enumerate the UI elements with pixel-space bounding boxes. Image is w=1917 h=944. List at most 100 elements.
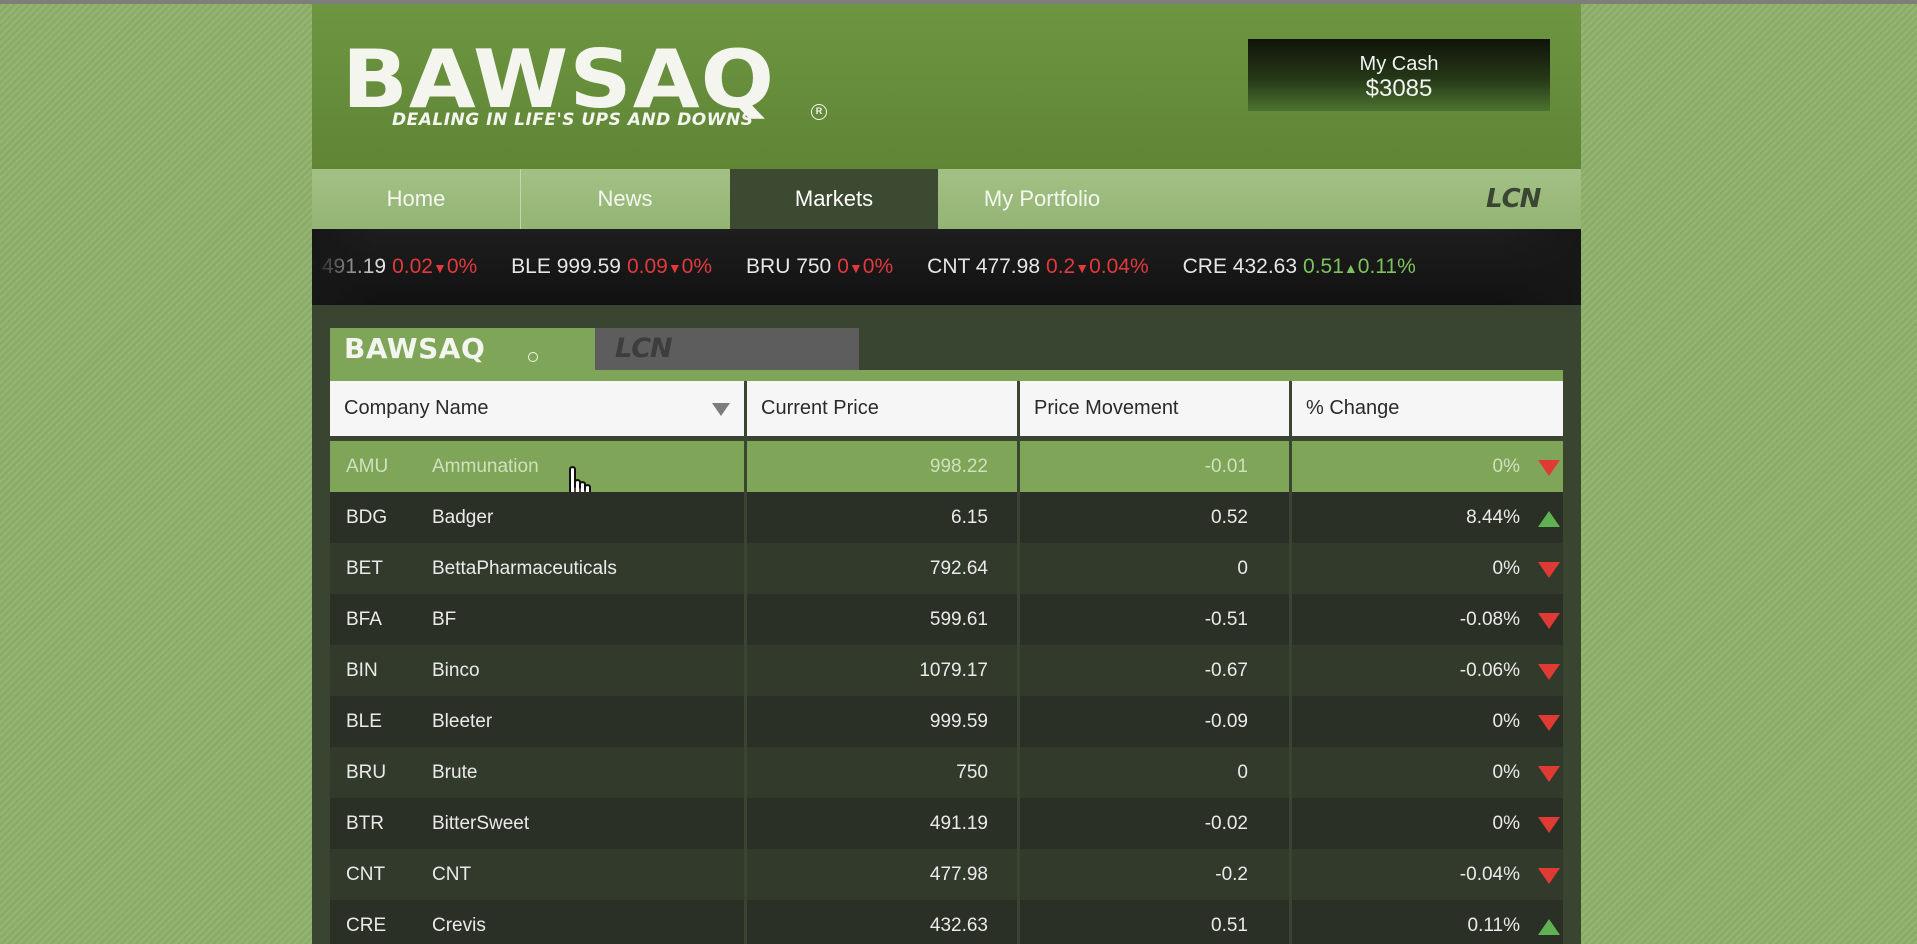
stock-symbol: BLE: [346, 711, 382, 732]
column-divider: [744, 645, 747, 696]
table-row[interactable]: CRE Crevis 432.63 0.51 0.11%: [330, 900, 1563, 944]
arrow-down-icon: [1538, 562, 1560, 578]
stock-symbol: BIN: [346, 660, 378, 681]
company-name: Ammunation: [432, 456, 539, 477]
logo-tagline: DEALING IN LIFE'S UPS AND DOWNS: [392, 110, 754, 130]
price-movement: 0.52: [1211, 507, 1248, 528]
sort-down-icon[interactable]: [712, 403, 730, 416]
column-divider: [744, 900, 747, 944]
arrow-down-icon: [1538, 817, 1560, 833]
column-divider: [744, 543, 747, 594]
table-row[interactable]: BLE Bleeter 999.59 -0.09 0%: [330, 696, 1563, 747]
company-name: CNT: [432, 864, 472, 885]
column-divider: [744, 696, 747, 747]
column-divider: [1289, 696, 1292, 747]
exchange-tab-bawsaq-label: BAWSAQ: [344, 332, 486, 365]
percent-change: 0.11%: [1467, 915, 1520, 936]
ticker-percent: 0.11%: [1357, 255, 1416, 278]
arrow-up-icon: ▲: [1343, 260, 1358, 276]
arrow-down-icon: [1538, 613, 1560, 629]
table-row[interactable]: BFA BF 599.61 -0.51 -0.08%: [330, 594, 1563, 645]
arrow-up-icon: [1538, 511, 1560, 527]
nav-tab-my-portfolio[interactable]: My Portfolio: [938, 169, 1146, 229]
table-row[interactable]: CNT CNT 477.98 -0.2 -0.04%: [330, 849, 1563, 900]
ticker-percent: 0%: [446, 255, 478, 278]
column-divider: [1017, 747, 1020, 798]
table-row[interactable]: AMU Ammunation 998.22 -0.01 0%: [330, 441, 1563, 517]
column-header-company[interactable]: Company Name: [330, 381, 744, 436]
my-cash-panel: My Cash $3085: [1248, 39, 1550, 111]
column-divider: [1289, 798, 1292, 849]
ticker-percent: 0%: [862, 255, 894, 278]
nav-tab-markets[interactable]: Markets: [730, 169, 938, 229]
lcn-logo[interactable]: LCN: [1486, 184, 1541, 214]
percent-change: -0.08%: [1459, 609, 1520, 630]
arrow-down-icon: ▼: [432, 260, 447, 276]
ticker-percent: 0%: [681, 255, 713, 278]
nav-tab-news[interactable]: News: [521, 169, 729, 229]
column-divider: [1017, 849, 1020, 900]
column-divider: [1017, 492, 1020, 543]
table-row[interactable]: BTR BitterSweet 491.19 -0.02 0%: [330, 798, 1563, 849]
current-price: 1079.17: [919, 660, 988, 681]
company-name: Binco: [432, 660, 480, 681]
ticker-change-value: 0.2: [1046, 255, 1076, 278]
column-header-movement[interactable]: Price Movement: [1020, 381, 1289, 436]
table-row[interactable]: BET BettaPharmaceuticals 792.64 0 0%: [330, 543, 1563, 594]
column-header-change[interactable]: % Change: [1292, 381, 1563, 436]
table-row[interactable]: BRU Brute 750 0 0%: [330, 747, 1563, 798]
column-divider: [1017, 594, 1020, 645]
column-divider: [1289, 492, 1292, 543]
arrow-up-icon: [1538, 919, 1560, 935]
table-row[interactable]: BIN Binco 1079.17 -0.67 -0.06%: [330, 645, 1563, 696]
column-divider: [1017, 798, 1020, 849]
bawsaq-logo[interactable]: BAWSAQ R DEALING IN LIFE'S UPS AND DOWNS: [342, 40, 842, 136]
stock-symbol: BDG: [346, 507, 388, 528]
price-movement: 0: [1237, 558, 1248, 579]
cash-value: $3085: [1365, 75, 1433, 102]
price-movement: -0.2: [1215, 864, 1248, 885]
current-price: 477.98: [929, 864, 988, 885]
ticker-change: 0.51▲0.11%: [1303, 255, 1416, 278]
column-divider: [1289, 441, 1292, 492]
company-name: Crevis: [432, 915, 486, 936]
column-divider: [1289, 747, 1292, 798]
column-divider: [1289, 849, 1292, 900]
arrow-down-icon: [1538, 715, 1560, 731]
arrow-down-icon: [1538, 664, 1560, 680]
ticker-item: CRE 432.63 0.51▲0.11%: [1183, 229, 1416, 305]
table-top-strip: [330, 370, 1563, 381]
percent-change: 0%: [1492, 456, 1520, 477]
registered-icon: [528, 352, 538, 362]
column-header-company-label: Company Name: [344, 397, 489, 419]
column-divider: [744, 849, 747, 900]
column-divider: [1289, 594, 1292, 645]
column-header-price[interactable]: Current Price: [747, 381, 1017, 436]
table-row[interactable]: BDG Badger 6.15 0.52 8.44%: [330, 492, 1563, 543]
column-divider: [744, 798, 747, 849]
column-divider: [744, 747, 747, 798]
exchange-tab-lcn[interactable]: LCN: [595, 328, 859, 370]
price-movement: -0.67: [1204, 660, 1248, 681]
column-divider: [1017, 543, 1020, 594]
nav-tab-home[interactable]: Home: [312, 169, 520, 229]
company-name: Brute: [432, 762, 478, 783]
company-name: Bleeter: [432, 711, 493, 732]
ticker-change-value: 0: [837, 255, 849, 278]
exchange-tab-bawsaq[interactable]: BAWSAQ: [330, 328, 595, 370]
column-divider: [1289, 900, 1292, 944]
ticker-fade-right: [1491, 229, 1581, 305]
stock-symbol: AMU: [346, 456, 389, 477]
arrow-down-icon: ▼: [848, 260, 863, 276]
company-name: Badger: [432, 507, 494, 528]
column-divider: [1017, 696, 1020, 747]
current-price: 998.22: [929, 456, 988, 477]
ticker-change-value: 0.51: [1303, 255, 1344, 278]
ticker-change: 0.2▼0.04%: [1046, 255, 1149, 278]
ticker-symbol-price: CRE 432.63: [1182, 255, 1298, 278]
stock-ticker: BTR 491.190.02▼0%BLE 999.590.09▼0%BRU 75…: [312, 229, 1581, 305]
ticker-fade-left: [312, 229, 382, 305]
company-name: BF: [432, 609, 457, 630]
ticker-change: 0▼0%: [837, 255, 893, 278]
current-price: 491.19: [929, 813, 988, 834]
